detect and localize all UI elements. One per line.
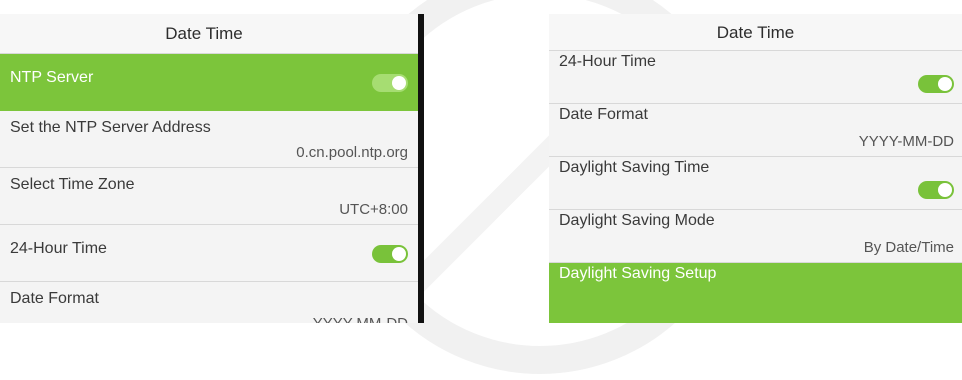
menu-item-24-hour-time[interactable]: 24-Hour Time	[549, 51, 962, 104]
menu-item-value: YYYY-MM-DD	[313, 315, 408, 323]
menu-item-label: Date Format	[559, 106, 648, 123]
toggle-knob	[392, 247, 406, 261]
menu-item-daylight-saving-setup[interactable]: Daylight Saving Setup	[549, 263, 962, 323]
ntp-server-toggle[interactable]	[372, 74, 408, 92]
menu-item-label: Daylight Saving Setup	[559, 265, 717, 282]
menu-item-label: Set the NTP Server Address	[10, 119, 211, 136]
toggle-knob	[392, 76, 406, 90]
menu-item-ntp-server-address[interactable]: Set the NTP Server Address 0.cn.pool.ntp…	[0, 111, 418, 168]
menu-item-daylight-saving-mode[interactable]: Daylight Saving Mode By Date/Time	[549, 210, 962, 263]
right-screen: Date Time 24-Hour Time Date Format YYYY-…	[549, 14, 962, 323]
menu-item-label: Daylight Saving Time	[559, 159, 710, 176]
daylight-saving-toggle[interactable]	[918, 181, 954, 199]
menu-item-ntp-server[interactable]: NTP Server	[0, 54, 418, 111]
menu-item-label: Daylight Saving Mode	[559, 212, 715, 229]
menu-item-label: 24-Hour Time	[10, 240, 107, 257]
menu-item-label: Date Format	[10, 290, 99, 307]
menu-item-value: By Date/Time	[863, 239, 954, 256]
left-title: Date Time	[0, 14, 418, 54]
right-title: Date Time	[549, 14, 962, 51]
menu-item-label: 24-Hour Time	[559, 53, 656, 70]
24-hour-time-toggle[interactable]	[372, 245, 408, 263]
menu-item-label: Select Time Zone	[10, 176, 135, 193]
toggle-knob	[938, 77, 952, 91]
menu-item-value: UTC+8:00	[339, 201, 408, 218]
menu-item-date-format[interactable]: Date Format YYYY-MM-DD	[549, 104, 962, 157]
menu-item-value: YYYY-MM-DD	[858, 133, 954, 150]
menu-item-value: 0.cn.pool.ntp.org	[296, 144, 408, 161]
menu-item-time-zone[interactable]: Select Time Zone UTC+8:00	[0, 168, 418, 225]
menu-item-24-hour-time[interactable]: 24-Hour Time	[0, 225, 418, 282]
menu-item-label: NTP Server	[10, 69, 94, 86]
menu-item-date-format[interactable]: Date Format YYYY-MM-DD	[0, 282, 418, 323]
toggle-knob	[938, 183, 952, 197]
menu-item-daylight-saving-time[interactable]: Daylight Saving Time	[549, 157, 962, 210]
24-hour-time-toggle[interactable]	[918, 75, 954, 93]
left-screen: Date Time NTP Server Set the NTP Server …	[0, 14, 424, 323]
